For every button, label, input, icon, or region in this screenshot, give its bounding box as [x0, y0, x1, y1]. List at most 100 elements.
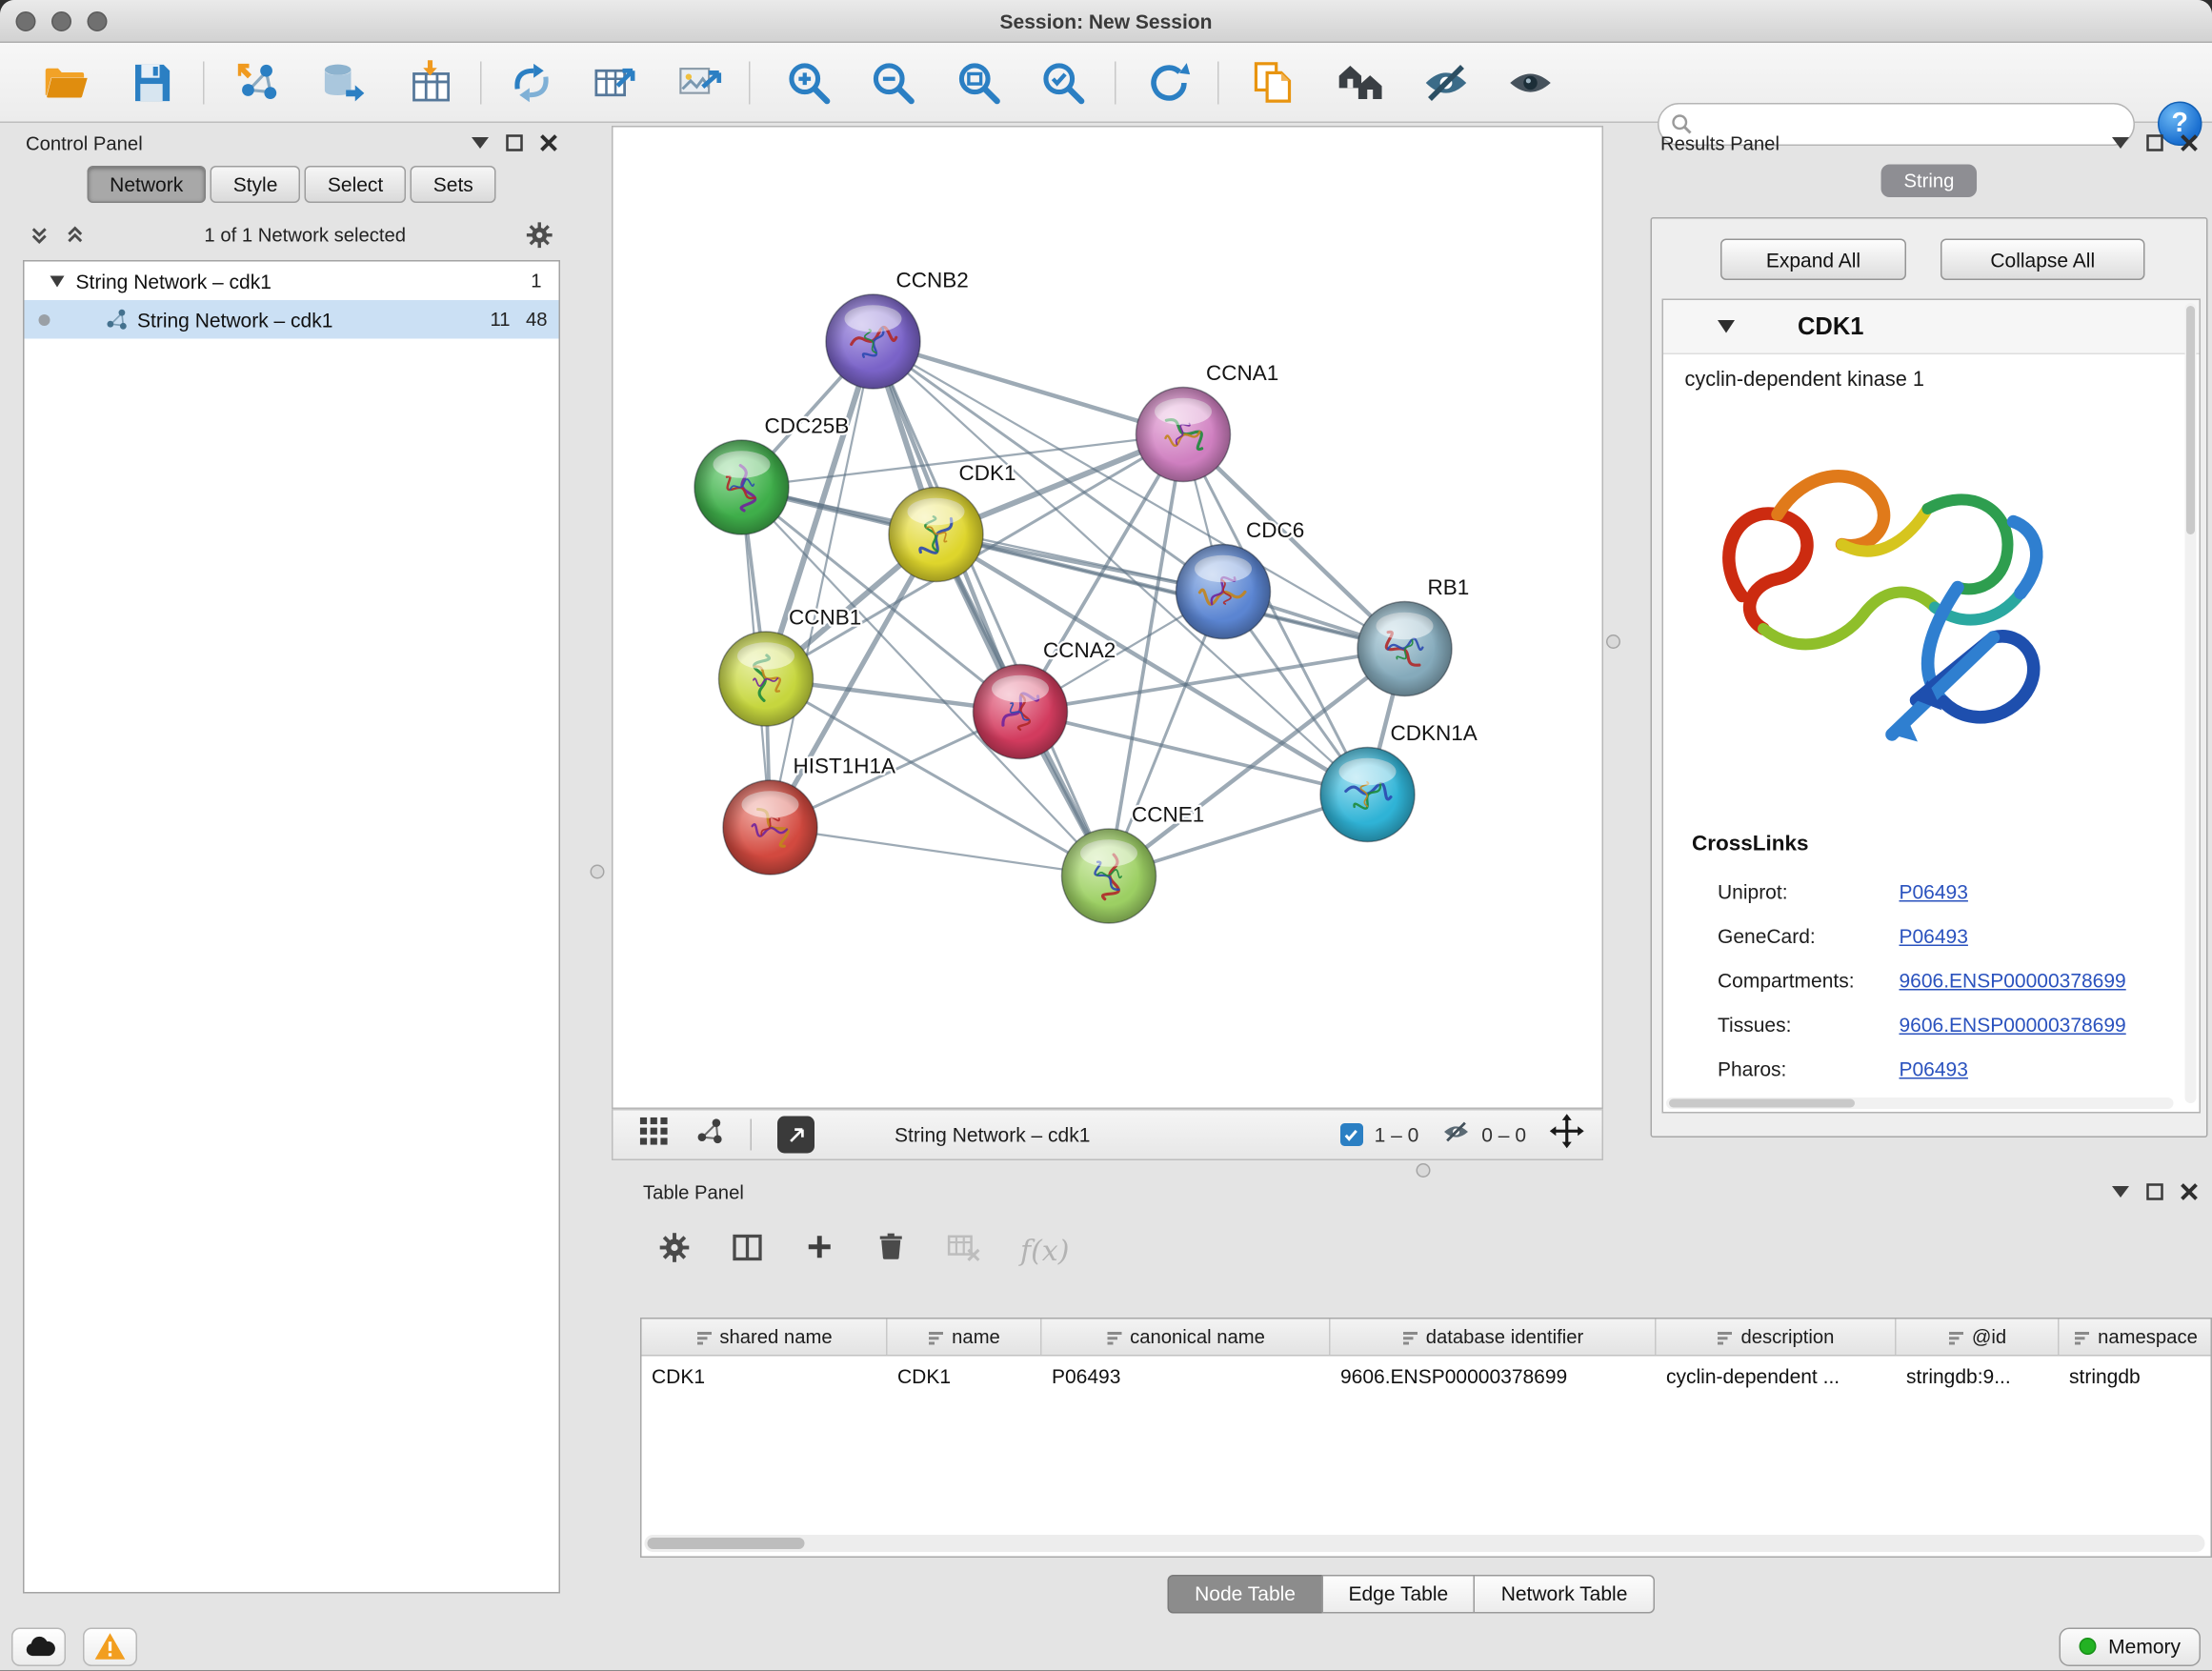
- results-close-icon[interactable]: [2181, 134, 2198, 151]
- view-grid-icon[interactable]: [639, 1117, 670, 1154]
- panel-float-icon[interactable]: [506, 134, 523, 151]
- delete-column-icon[interactable]: [875, 1231, 908, 1271]
- show-columns-icon[interactable]: [731, 1230, 765, 1272]
- control-panel-tabs: NetworkStyleSelectSets: [11, 166, 572, 203]
- pan-tool-icon[interactable]: [1549, 1114, 1585, 1157]
- network-edge[interactable]: [874, 342, 1184, 435]
- results-horizontal-scrollbar[interactable]: [1666, 1097, 2174, 1109]
- table-row[interactable]: CDK1CDK1P064939606.ENSP00000378699cyclin…: [642, 1357, 2211, 1397]
- right-splitter-handle[interactable]: [1606, 634, 1620, 649]
- table-menu-chevron-icon[interactable]: [2112, 1186, 2129, 1198]
- network-node-cdc25b[interactable]: CDC25B: [694, 414, 849, 534]
- expand-all-button[interactable]: Expand All: [1720, 239, 1906, 281]
- network-graph: CCNB2CCNA1CDC25BCDK1CDC6RB1CCNB1CCNA2CDK…: [613, 128, 1602, 1108]
- tab-network-table[interactable]: Network Table: [1474, 1575, 1655, 1614]
- import-network-file-button[interactable]: [229, 54, 286, 111]
- crosslink-value-link[interactable]: 9606.ENSP00000378699: [1900, 1013, 2126, 1036]
- birds-eye-view-icon[interactable]: [694, 1117, 725, 1154]
- crosslink-value-link[interactable]: P06493: [1900, 1057, 1968, 1079]
- results-float-icon[interactable]: [2146, 134, 2163, 151]
- crosslink-value-link[interactable]: P06493: [1900, 879, 1968, 902]
- network-node-ccnb2[interactable]: CCNB2: [826, 269, 969, 390]
- column-header-description[interactable]: description: [1657, 1319, 1897, 1356]
- tab-sets[interactable]: Sets: [411, 166, 496, 203]
- tab-edge-table[interactable]: Edge Table: [1321, 1575, 1476, 1614]
- results-vertical-scrollbar[interactable]: [2185, 303, 2197, 1103]
- network-row-selected[interactable]: String Network – cdk1 11 48: [25, 300, 559, 339]
- show-graphics-button[interactable]: [1502, 54, 1559, 111]
- column-header--id[interactable]: @id: [1897, 1319, 2060, 1356]
- table-header-row: shared namenamecanonical namedatabase id…: [642, 1319, 2211, 1357]
- network-node-rb1[interactable]: RB1: [1357, 575, 1469, 696]
- panel-close-icon[interactable]: [540, 134, 557, 151]
- zoom-out-button[interactable]: [865, 54, 922, 111]
- table-settings-gear-icon[interactable]: [657, 1230, 692, 1272]
- network-view-canvas[interactable]: CCNB2CCNA1CDC25BCDK1CDC6RB1CCNB1CCNA2CDK…: [612, 126, 1603, 1109]
- column-header-canonical-name[interactable]: canonical name: [1042, 1319, 1331, 1356]
- network-node-cdk1[interactable]: CDK1: [889, 461, 1016, 581]
- cloud-status-button[interactable]: [11, 1627, 66, 1666]
- network-node-cdkn1a[interactable]: CDKN1A: [1320, 721, 1478, 842]
- network-node-hist1h1a[interactable]: HIST1H1A: [723, 755, 895, 876]
- panel-menu-chevron-icon[interactable]: [472, 137, 489, 149]
- tab-network[interactable]: Network: [87, 166, 206, 203]
- selected-checkbox-icon[interactable]: [1340, 1123, 1363, 1146]
- column-header-database-identifier[interactable]: database identifier: [1331, 1319, 1657, 1356]
- network-edge[interactable]: [936, 534, 1405, 649]
- network-edge[interactable]: [771, 828, 1110, 876]
- duplicate-document-button[interactable]: [1245, 54, 1302, 111]
- results-panel: Results Panel String Expand All Collapse…: [1646, 126, 2212, 1140]
- zoom-in-button[interactable]: [780, 54, 837, 111]
- export-image-button[interactable]: [671, 54, 728, 111]
- expand-all-networks-icon[interactable]: [65, 224, 87, 246]
- network-node-ccna1[interactable]: CCNA1: [1136, 361, 1279, 482]
- refresh-layout-button[interactable]: [1140, 54, 1197, 111]
- column-header-shared-name[interactable]: shared name: [642, 1319, 888, 1356]
- tab-node-table[interactable]: Node Table: [1168, 1575, 1323, 1614]
- table-float-icon[interactable]: [2146, 1183, 2163, 1200]
- results-menu-chevron-icon[interactable]: [2112, 137, 2129, 149]
- left-splitter-handle[interactable]: [591, 865, 605, 879]
- collapse-all-button[interactable]: Collapse All: [1941, 239, 2145, 281]
- tab-style[interactable]: Style: [211, 166, 301, 203]
- zoom-selected-button[interactable]: [1035, 54, 1092, 111]
- table-close-icon[interactable]: [2181, 1183, 2198, 1200]
- crosslink-value-link[interactable]: 9606.ENSP00000378699: [1900, 968, 2126, 991]
- protein-description: cyclin-dependent kinase 1: [1663, 354, 2200, 392]
- crosslink-value-link[interactable]: P06493: [1900, 924, 1968, 947]
- hide-graphics-button[interactable]: [1418, 54, 1475, 111]
- horizontal-splitter-handle[interactable]: [1417, 1163, 1431, 1178]
- table-cell: CDK1: [888, 1357, 1042, 1397]
- tab-string[interactable]: String: [1881, 165, 1978, 198]
- zoom-selected-icon: [1039, 59, 1088, 108]
- import-table-button[interactable]: [402, 54, 459, 111]
- warnings-button[interactable]: [83, 1627, 137, 1666]
- section-expander-icon[interactable]: [1718, 313, 1735, 339]
- clear-table-icon: [946, 1229, 982, 1272]
- tab-select[interactable]: Select: [305, 166, 406, 203]
- crosslink-row: Compartments:9606.ENSP00000378699: [1718, 957, 2189, 1002]
- collection-expander-icon[interactable]: [50, 275, 65, 287]
- memory-button[interactable]: Memory: [2060, 1627, 2201, 1666]
- import-network-database-button[interactable]: [314, 54, 372, 111]
- hidden-eye-slash-icon[interactable]: [1441, 1117, 1470, 1153]
- save-session-button[interactable]: [123, 54, 180, 111]
- network-collection-row[interactable]: String Network – cdk1 1: [25, 262, 559, 301]
- network-options-gear-icon[interactable]: [525, 219, 555, 250]
- protein-section-header[interactable]: CDK1: [1663, 300, 2200, 354]
- table-horizontal-scrollbar[interactable]: [645, 1535, 2205, 1552]
- network-edge[interactable]: [874, 342, 1110, 876]
- collapse-all-networks-icon[interactable]: [29, 224, 50, 246]
- export-table-button[interactable]: [586, 54, 643, 111]
- network-view-title: String Network – cdk1: [895, 1123, 1090, 1146]
- column-header-name[interactable]: name: [888, 1319, 1042, 1356]
- network-edge[interactable]: [1020, 712, 1368, 795]
- zoom-fit-button[interactable]: [951, 54, 1008, 111]
- first-neighbors-button[interactable]: [503, 54, 560, 111]
- add-column-icon[interactable]: [803, 1231, 836, 1271]
- open-session-button[interactable]: [37, 54, 94, 111]
- table-panel: Table Panel f(x) shared namenamecanonica…: [612, 1175, 2212, 1618]
- column-header-namespace[interactable]: namespace: [2060, 1319, 2212, 1356]
- home-views-button[interactable]: [1332, 54, 1389, 111]
- detach-view-button[interactable]: [777, 1117, 814, 1154]
